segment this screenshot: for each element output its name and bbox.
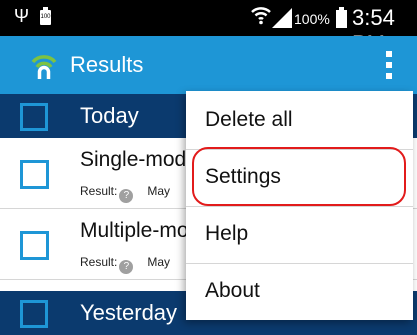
menu-item-help[interactable]: Help <box>186 207 413 263</box>
item-meta: Result:? May <box>80 184 170 203</box>
item-select-checkbox[interactable] <box>20 160 49 189</box>
signal-icon <box>272 8 292 28</box>
section-select-checkbox[interactable] <box>20 103 48 131</box>
app-title: Results <box>70 52 144 77</box>
help-icon: ? <box>119 189 134 203</box>
section-label: Yesterday <box>80 300 178 325</box>
section-select-checkbox[interactable] <box>20 300 48 328</box>
item-date: May <box>147 184 171 198</box>
overflow-menu: Delete all Settings Help About <box>186 91 413 320</box>
app-bar: Results <box>0 36 417 94</box>
wifi-icon <box>251 7 271 25</box>
app-logo-icon <box>31 55 57 79</box>
result-label: Result: <box>80 255 118 269</box>
menu-item-label: Delete all <box>205 108 293 131</box>
menu-item-label: Help <box>205 222 249 245</box>
item-name: Single-mode <box>80 148 198 171</box>
menu-item-delete-all[interactable]: Delete all <box>186 93 413 149</box>
menu-item-about[interactable]: About <box>186 264 413 320</box>
menu-item-label: About <box>205 279 260 302</box>
overflow-menu-button[interactable] <box>380 48 398 82</box>
item-name: Multiple-mo <box>80 219 189 242</box>
item-select-checkbox[interactable] <box>20 231 49 260</box>
help-icon: ? <box>119 260 134 274</box>
battery-notification-label: 100 <box>40 14 51 20</box>
status-bar: Ψ 100 100% 3:54 PM <box>0 0 417 56</box>
result-label: Result: <box>80 184 118 198</box>
item-meta: Result:? May <box>80 255 170 274</box>
usb-icon: Ψ <box>14 6 30 26</box>
battery-icon <box>336 7 347 28</box>
settings-highlight-ring <box>192 147 406 206</box>
item-date: May <box>147 255 171 269</box>
battery-percent: 100% <box>294 11 330 27</box>
section-label: Today <box>80 103 139 128</box>
battery-notification-icon: 100 <box>40 7 51 25</box>
